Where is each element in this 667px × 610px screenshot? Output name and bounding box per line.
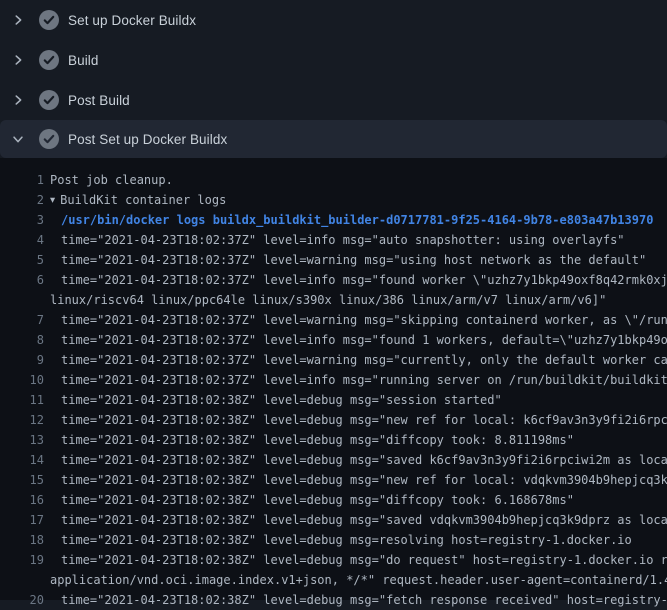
log-line-number[interactable]: 14 (0, 450, 44, 470)
log-line-number[interactable]: 6 (0, 270, 44, 290)
log-line: 14 time="2021-04-23T18:02:38Z" level=debu… (0, 450, 667, 470)
log-line-text: time="2021-04-23T18:02:37Z" level=warnin… (61, 250, 646, 270)
log-line-number[interactable]: 9 (0, 350, 44, 370)
log-line-number[interactable]: 13 (0, 430, 44, 450)
log-line-text: time="2021-04-23T18:02:37Z" level=info m… (61, 370, 667, 390)
step-row-post-set-up-docker-buildx[interactable]: Post Set up Docker Buildx (0, 120, 667, 158)
log-line-text: linux/riscv64 linux/ppc64le linux/s390x … (50, 290, 606, 310)
check-circle-icon (39, 10, 59, 30)
chevron-down-icon (11, 132, 25, 146)
chevron-right-icon (11, 53, 25, 67)
log-line-text: Post job cleanup. (50, 170, 173, 190)
log-line-text: time="2021-04-23T18:02:38Z" level=debug … (61, 470, 667, 490)
log-line-number[interactable]: 3 (0, 210, 44, 230)
step-label: Build (68, 53, 99, 68)
log-line-number[interactable]: 7 (0, 310, 44, 330)
log-line-text: time="2021-04-23T18:02:37Z" level=warnin… (61, 350, 667, 370)
log-line: 13 time="2021-04-23T18:02:38Z" level=debu… (0, 430, 667, 450)
log-line: 8 time="2021-04-23T18:02:37Z" level=info … (0, 330, 667, 350)
log-line-text: time="2021-04-23T18:02:37Z" level=info m… (61, 330, 667, 350)
log-line-number[interactable]: 2 (0, 190, 44, 210)
log-line-text: time="2021-04-23T18:02:37Z" level=info m… (61, 270, 667, 290)
log-line: 11 time="2021-04-23T18:02:38Z" level=debu… (0, 390, 667, 410)
log-line-number[interactable]: 8 (0, 330, 44, 350)
log-lines: 1 Post job cleanup. 2 ▼BuildKit container l… (0, 170, 667, 610)
log-line-number[interactable]: 5 (0, 250, 44, 270)
step-row-build[interactable]: Build (0, 40, 667, 80)
log-line-text: time="2021-04-23T18:02:38Z" level=debug … (61, 590, 667, 610)
check-circle-icon (39, 90, 59, 110)
log-line-text: time="2021-04-23T18:02:38Z" level=debug … (61, 430, 574, 450)
log-line: 20 time="2021-04-23T18:02:38Z" level=debu… (0, 590, 667, 610)
log-line-number (0, 290, 44, 310)
log-line: 9 time="2021-04-23T18:02:37Z" level=warni… (0, 350, 667, 370)
log-line: application/vnd.oci.image.index.v1+json,… (0, 570, 667, 590)
log-line-number[interactable]: 11 (0, 390, 44, 410)
log-line-number[interactable]: 20 (0, 590, 44, 610)
log-line: 19 time="2021-04-23T18:02:38Z" level=debu… (0, 550, 667, 570)
log-line-text: time="2021-04-23T18:02:37Z" level=warnin… (61, 310, 667, 330)
log-line-number[interactable]: 15 (0, 470, 44, 490)
chevron-right-icon (11, 93, 25, 107)
log-line-number[interactable]: 17 (0, 510, 44, 530)
check-circle-icon (39, 129, 59, 149)
log-line: 16 time="2021-04-23T18:02:38Z" level=debu… (0, 490, 667, 510)
log-line: linux/riscv64 linux/ppc64le linux/s390x … (0, 290, 667, 310)
step-label: Set up Docker Buildx (68, 13, 196, 28)
log-panel: 1 Post job cleanup. 2 ▼BuildKit container l… (0, 158, 667, 600)
log-line-text: ▼BuildKit container logs (50, 190, 226, 210)
log-line: 5 time="2021-04-23T18:02:37Z" level=warni… (0, 250, 667, 270)
log-line-number[interactable]: 12 (0, 410, 44, 430)
step-row-post-build[interactable]: Post Build (0, 80, 667, 120)
log-line: 4 time="2021-04-23T18:02:37Z" level=info … (0, 230, 667, 250)
log-line-text: application/vnd.oci.image.index.v1+json,… (50, 570, 667, 590)
log-line: 17 time="2021-04-23T18:02:38Z" level=debu… (0, 510, 667, 530)
log-line-text: time="2021-04-23T18:02:38Z" level=debug … (61, 410, 667, 430)
log-line-number[interactable]: 1 (0, 170, 44, 190)
log-line: 18 time="2021-04-23T18:02:38Z" level=debu… (0, 530, 667, 550)
step-label: Post Set up Docker Buildx (68, 132, 227, 147)
chevron-right-icon (11, 13, 25, 27)
log-line-number (0, 570, 44, 590)
log-line-number[interactable]: 16 (0, 490, 44, 510)
log-line-number[interactable]: 18 (0, 530, 44, 550)
log-line: 12 time="2021-04-23T18:02:38Z" level=debu… (0, 410, 667, 430)
log-line-text: time="2021-04-23T18:02:38Z" level=debug … (61, 450, 667, 470)
step-label: Post Build (68, 93, 130, 108)
steps-list: Set up Docker Buildx Build Post Build Po… (0, 0, 667, 158)
log-line-text: time="2021-04-23T18:02:38Z" level=debug … (61, 550, 667, 570)
log-line: 15 time="2021-04-23T18:02:38Z" level=debu… (0, 470, 667, 490)
log-line-number[interactable]: 4 (0, 230, 44, 250)
log-line-text: time="2021-04-23T18:02:38Z" level=debug … (61, 390, 502, 410)
log-command-text: /usr/bin/docker logs buildx_buildkit_bui… (61, 210, 653, 230)
log-line-text: time="2021-04-23T18:02:38Z" level=debug … (61, 530, 632, 550)
log-line: 7 time="2021-04-23T18:02:37Z" level=warni… (0, 310, 667, 330)
log-line-number[interactable]: 19 (0, 550, 44, 570)
check-circle-icon (39, 50, 59, 70)
log-line-text: time="2021-04-23T18:02:37Z" level=info m… (61, 230, 625, 250)
log-line: 6 time="2021-04-23T18:02:37Z" level=info … (0, 270, 667, 290)
log-line-number[interactable]: 10 (0, 370, 44, 390)
log-line: 10 time="2021-04-23T18:02:37Z" level=info… (0, 370, 667, 390)
log-line: 2 ▼BuildKit container logs (0, 190, 667, 210)
log-line-text: time="2021-04-23T18:02:38Z" level=debug … (61, 490, 574, 510)
step-row-set-up-docker-buildx[interactable]: Set up Docker Buildx (0, 0, 667, 40)
log-line: 1 Post job cleanup. (0, 170, 667, 190)
log-line: 3/usr/bin/docker logs buildx_buildkit_bu… (0, 210, 667, 230)
log-line-text: time="2021-04-23T18:02:38Z" level=debug … (61, 510, 667, 530)
group-collapse-triangle-icon[interactable]: ▼ (50, 191, 55, 211)
